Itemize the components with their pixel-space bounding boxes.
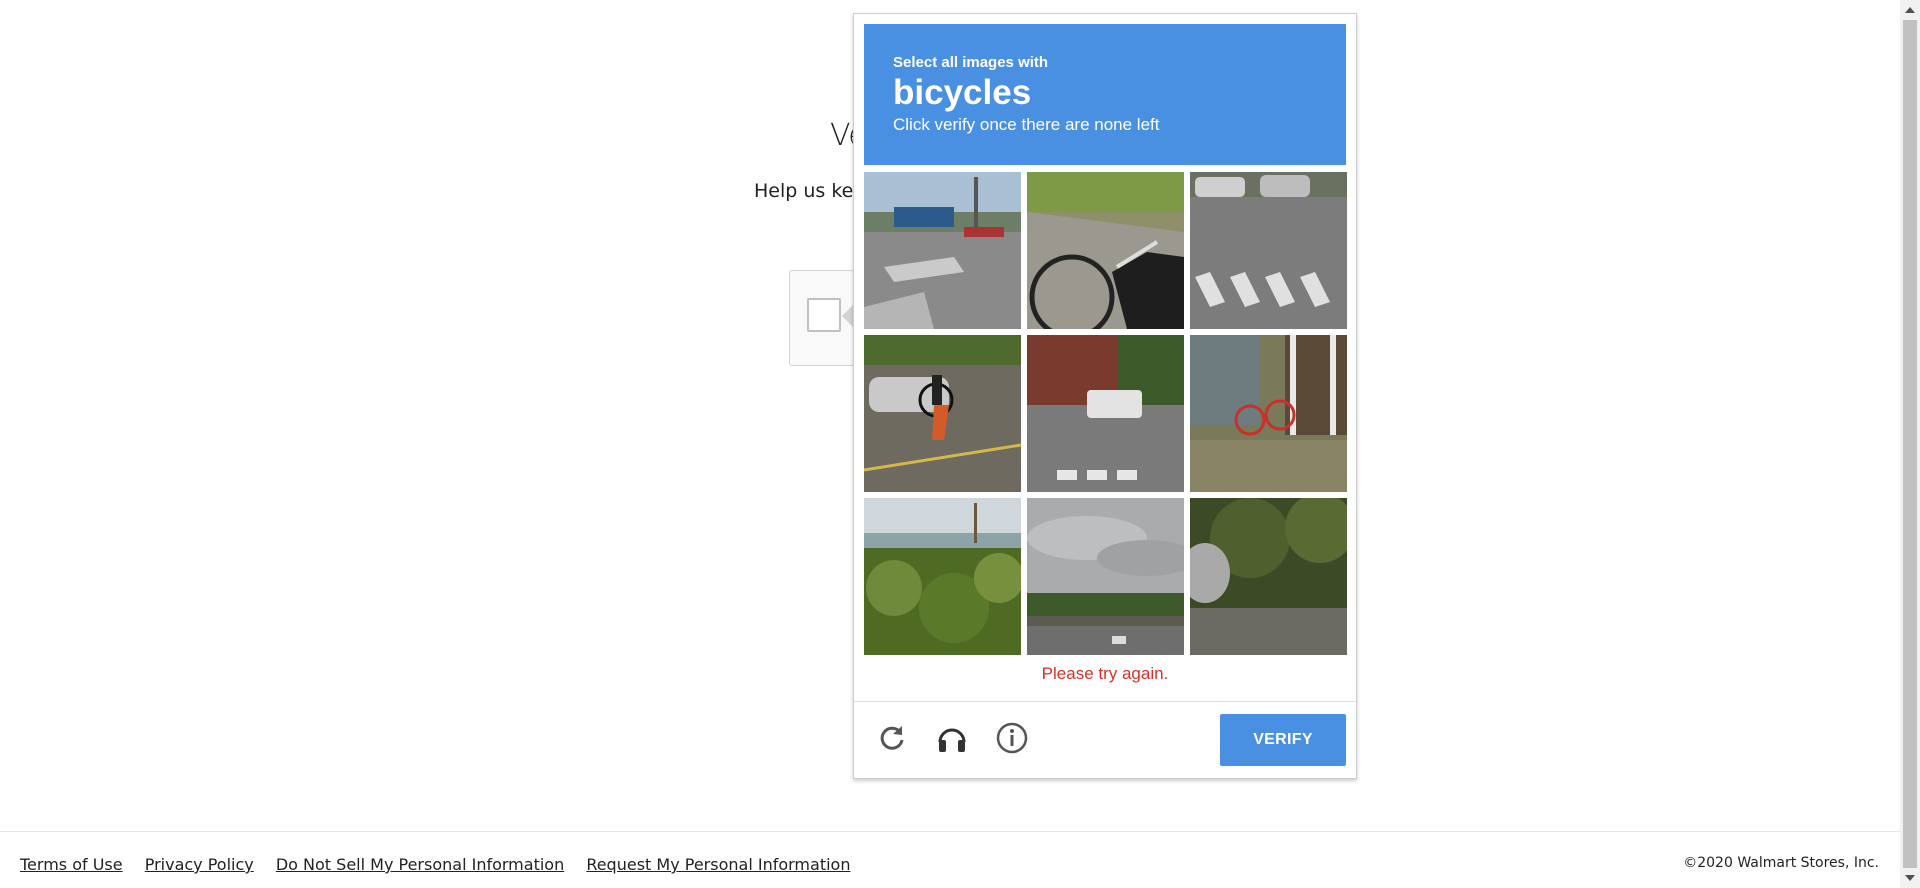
image-tile[interactable] xyxy=(1027,172,1184,329)
image-tile[interactable] xyxy=(1027,498,1184,655)
scroll-up-arrow-icon[interactable] xyxy=(1905,7,1915,13)
scroll-thumb[interactable] xyxy=(1903,20,1917,868)
image-tile[interactable] xyxy=(1190,498,1347,655)
recaptcha-checkbox[interactable] xyxy=(807,298,841,332)
image-tile[interactable] xyxy=(1190,335,1347,492)
verify-button[interactable]: VERIFY xyxy=(1220,714,1346,766)
image-tile[interactable] xyxy=(1027,335,1184,492)
reload-icon xyxy=(877,723,907,758)
image-tile[interactable] xyxy=(864,335,1021,492)
challenge-subtext: Click verify once there are none left xyxy=(893,115,1160,134)
copyright-text: ©2020 Walmart Stores, Inc. xyxy=(1683,855,1879,871)
reload-button[interactable] xyxy=(872,720,912,760)
info-button[interactable] xyxy=(992,720,1032,760)
audio-challenge-button[interactable] xyxy=(932,720,972,760)
image-tile[interactable] xyxy=(864,172,1021,329)
request-info-link[interactable]: Request My Personal Information xyxy=(586,855,850,874)
help-text: Help us kee xyxy=(754,180,866,202)
footer-divider xyxy=(0,831,1900,832)
challenge-instruction: Select all images with xyxy=(893,54,1049,71)
vertical-scrollbar[interactable] xyxy=(1900,0,1920,888)
scroll-down-arrow-icon[interactable] xyxy=(1905,875,1915,881)
challenge-header: Select all images with bicycles Click ve… xyxy=(864,24,1346,165)
info-icon xyxy=(996,722,1028,759)
error-message: Please try again. xyxy=(1041,664,1169,683)
privacy-policy-link[interactable]: Privacy Policy xyxy=(145,855,254,874)
challenge-pointer-arrow xyxy=(842,305,853,327)
challenge-target: bicycles xyxy=(893,73,1032,112)
challenge-footer-divider xyxy=(854,701,1356,702)
image-tile[interactable] xyxy=(1190,172,1347,329)
terms-of-use-link[interactable]: Terms of Use xyxy=(20,855,123,874)
audio-icon xyxy=(936,722,968,759)
do-not-sell-link[interactable]: Do Not Sell My Personal Information xyxy=(276,855,564,874)
image-tile[interactable] xyxy=(864,498,1021,655)
captcha-challenge-dialog: Select all images with bicycles Click ve… xyxy=(853,13,1357,779)
footer-links: Terms of Use Privacy Policy Do Not Sell … xyxy=(20,855,867,874)
image-grid xyxy=(864,172,1348,658)
